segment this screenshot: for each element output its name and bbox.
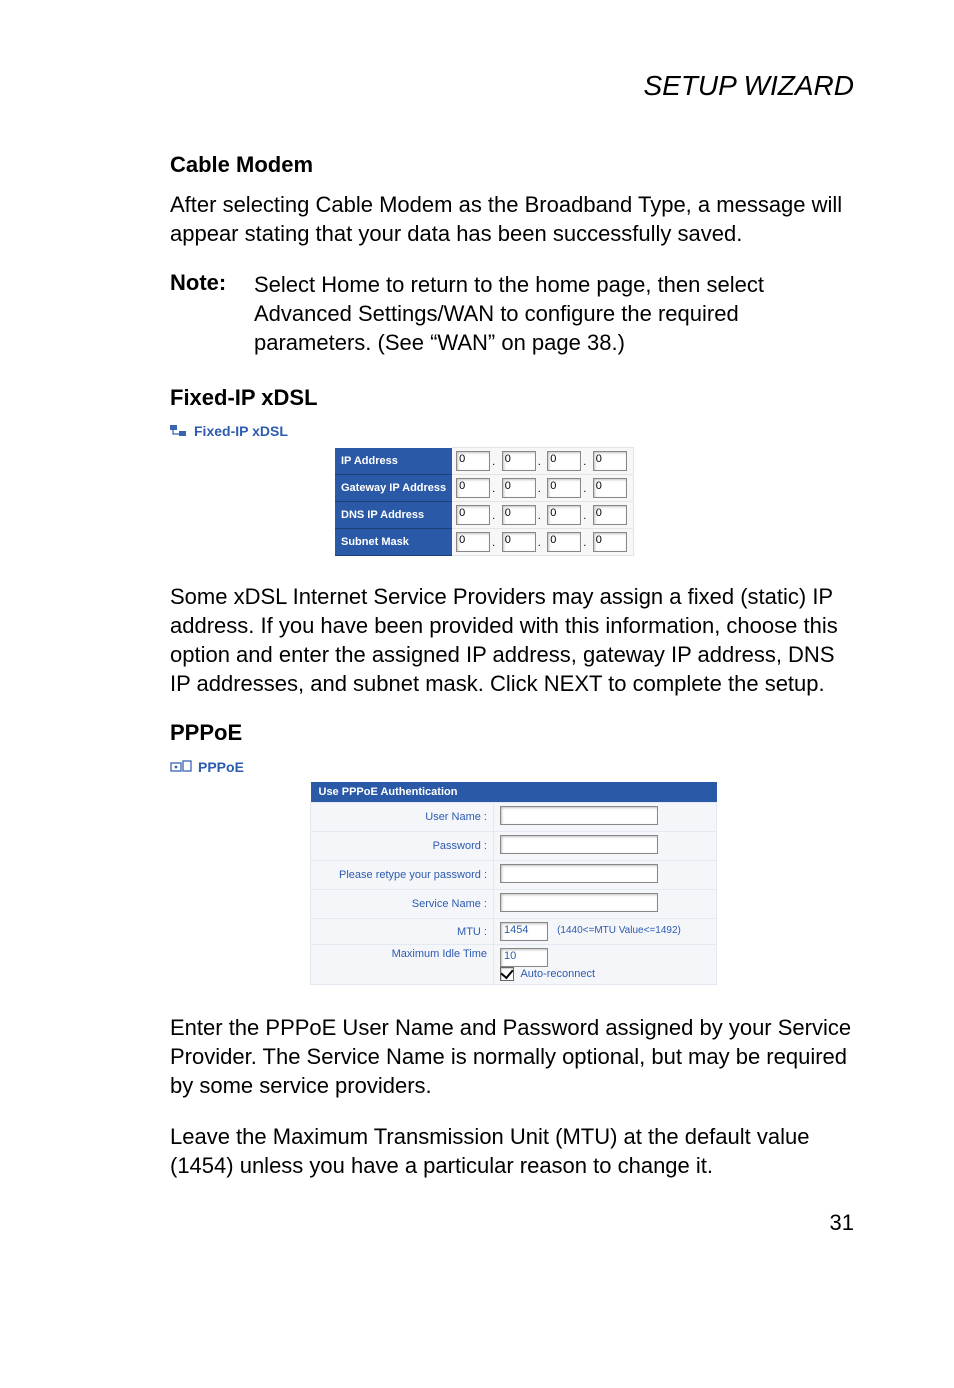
ip-address-label: IP Address (335, 448, 452, 475)
table-row: Service Name : (311, 890, 717, 919)
fixedip-panel-title: Fixed-IP xDSL (194, 423, 288, 439)
auto-reconnect-label: Auto-reconnect (520, 968, 595, 980)
network-icon (170, 423, 188, 439)
idle-time-label: Maximum Idle Time (311, 945, 494, 985)
page-number: 31 (170, 1210, 854, 1236)
ip-octet[interactable]: 0 (456, 451, 490, 471)
ip-octet[interactable]: 0 (502, 478, 536, 498)
table-row: DNS IP Address 0. 0. 0. 0 (335, 502, 633, 529)
modem-icon (170, 758, 192, 776)
password-input[interactable] (500, 835, 658, 854)
pppoe-panel-title: PPPoE (198, 759, 244, 775)
mtu-hint: (1440<=MTU Value<=1492) (557, 925, 681, 936)
mtu-input[interactable]: 1454 (500, 922, 548, 941)
cable-modem-body: After selecting Cable Modem as the Broad… (170, 190, 854, 248)
running-header: SETUP WIZARD (170, 70, 854, 102)
table-row: Password : (311, 832, 717, 861)
pppoe-body-1: Enter the PPPoE User Name and Password a… (170, 1013, 854, 1100)
table-row: MTU : 1454 (1440<=MTU Value<=1492) (311, 919, 717, 945)
service-name-input[interactable] (500, 893, 658, 912)
mtu-label: MTU : (311, 919, 494, 945)
gateway-inputs: 0. 0. 0. 0 (452, 475, 633, 502)
ip-octet[interactable]: 0 (547, 505, 581, 525)
idle-time-input[interactable]: 10 (500, 948, 548, 967)
ip-octet[interactable]: 0 (456, 478, 490, 498)
pppoe-panel-header: PPPoE (170, 758, 854, 776)
auto-reconnect-checkbox[interactable] (500, 967, 514, 981)
pppoe-title: PPPoE (170, 720, 854, 746)
subnet-inputs: 0. 0. 0. 0 (452, 529, 633, 556)
ip-octet[interactable]: 0 (547, 451, 581, 471)
note-body: Select Home to return to the home page, … (254, 270, 854, 357)
service-name-label: Service Name : (311, 890, 494, 919)
username-label: User Name : (311, 803, 494, 832)
table-row: Please retype your password : (311, 861, 717, 890)
cable-modem-note: Note: Select Home to return to the home … (170, 270, 854, 357)
subnet-label: Subnet Mask (335, 529, 452, 556)
table-row: Use PPPoE Authentication (311, 782, 717, 803)
ip-address-inputs: 0. 0. 0. 0 (452, 448, 633, 475)
retype-password-input[interactable] (500, 864, 658, 883)
table-row: Maximum Idle Time 10 Auto-reconnect (311, 945, 717, 985)
ip-octet[interactable]: 0 (593, 478, 627, 498)
dns-label: DNS IP Address (335, 502, 452, 529)
note-label: Note: (170, 270, 254, 357)
table-row: User Name : (311, 803, 717, 832)
ip-octet[interactable]: 0 (593, 532, 627, 552)
ip-octet[interactable]: 0 (502, 451, 536, 471)
ip-octet[interactable]: 0 (456, 505, 490, 525)
fixedip-panel-header: Fixed-IP xDSL (170, 423, 854, 439)
ip-octet[interactable]: 0 (547, 532, 581, 552)
pppoe-body-2: Leave the Maximum Transmission Unit (MTU… (170, 1122, 854, 1180)
ip-octet[interactable]: 0 (593, 451, 627, 471)
pppoe-auth-header: Use PPPoE Authentication (311, 782, 717, 803)
ip-octet[interactable]: 0 (456, 532, 490, 552)
dns-inputs: 0. 0. 0. 0 (452, 502, 633, 529)
ip-octet[interactable]: 0 (547, 478, 581, 498)
ip-octet[interactable]: 0 (502, 532, 536, 552)
username-input[interactable] (500, 806, 658, 825)
password-label: Password : (311, 832, 494, 861)
table-row: Gateway IP Address 0. 0. 0. 0 (335, 475, 633, 502)
fixedip-title: Fixed-IP xDSL (170, 385, 854, 411)
cable-modem-title: Cable Modem (170, 152, 854, 178)
ip-octet[interactable]: 0 (502, 505, 536, 525)
retype-password-label: Please retype your password : (311, 861, 494, 890)
fixedip-body: Some xDSL Internet Service Providers may… (170, 582, 854, 698)
table-row: Subnet Mask 0. 0. 0. 0 (335, 529, 633, 556)
table-row: IP Address 0. 0. 0. 0 (335, 448, 633, 475)
ip-octet[interactable]: 0 (593, 505, 627, 525)
pppoe-table: Use PPPoE Authentication User Name : Pas… (310, 782, 717, 985)
gateway-label: Gateway IP Address (335, 475, 452, 502)
fixedip-table: IP Address 0. 0. 0. 0 Gateway IP Address… (335, 447, 634, 556)
